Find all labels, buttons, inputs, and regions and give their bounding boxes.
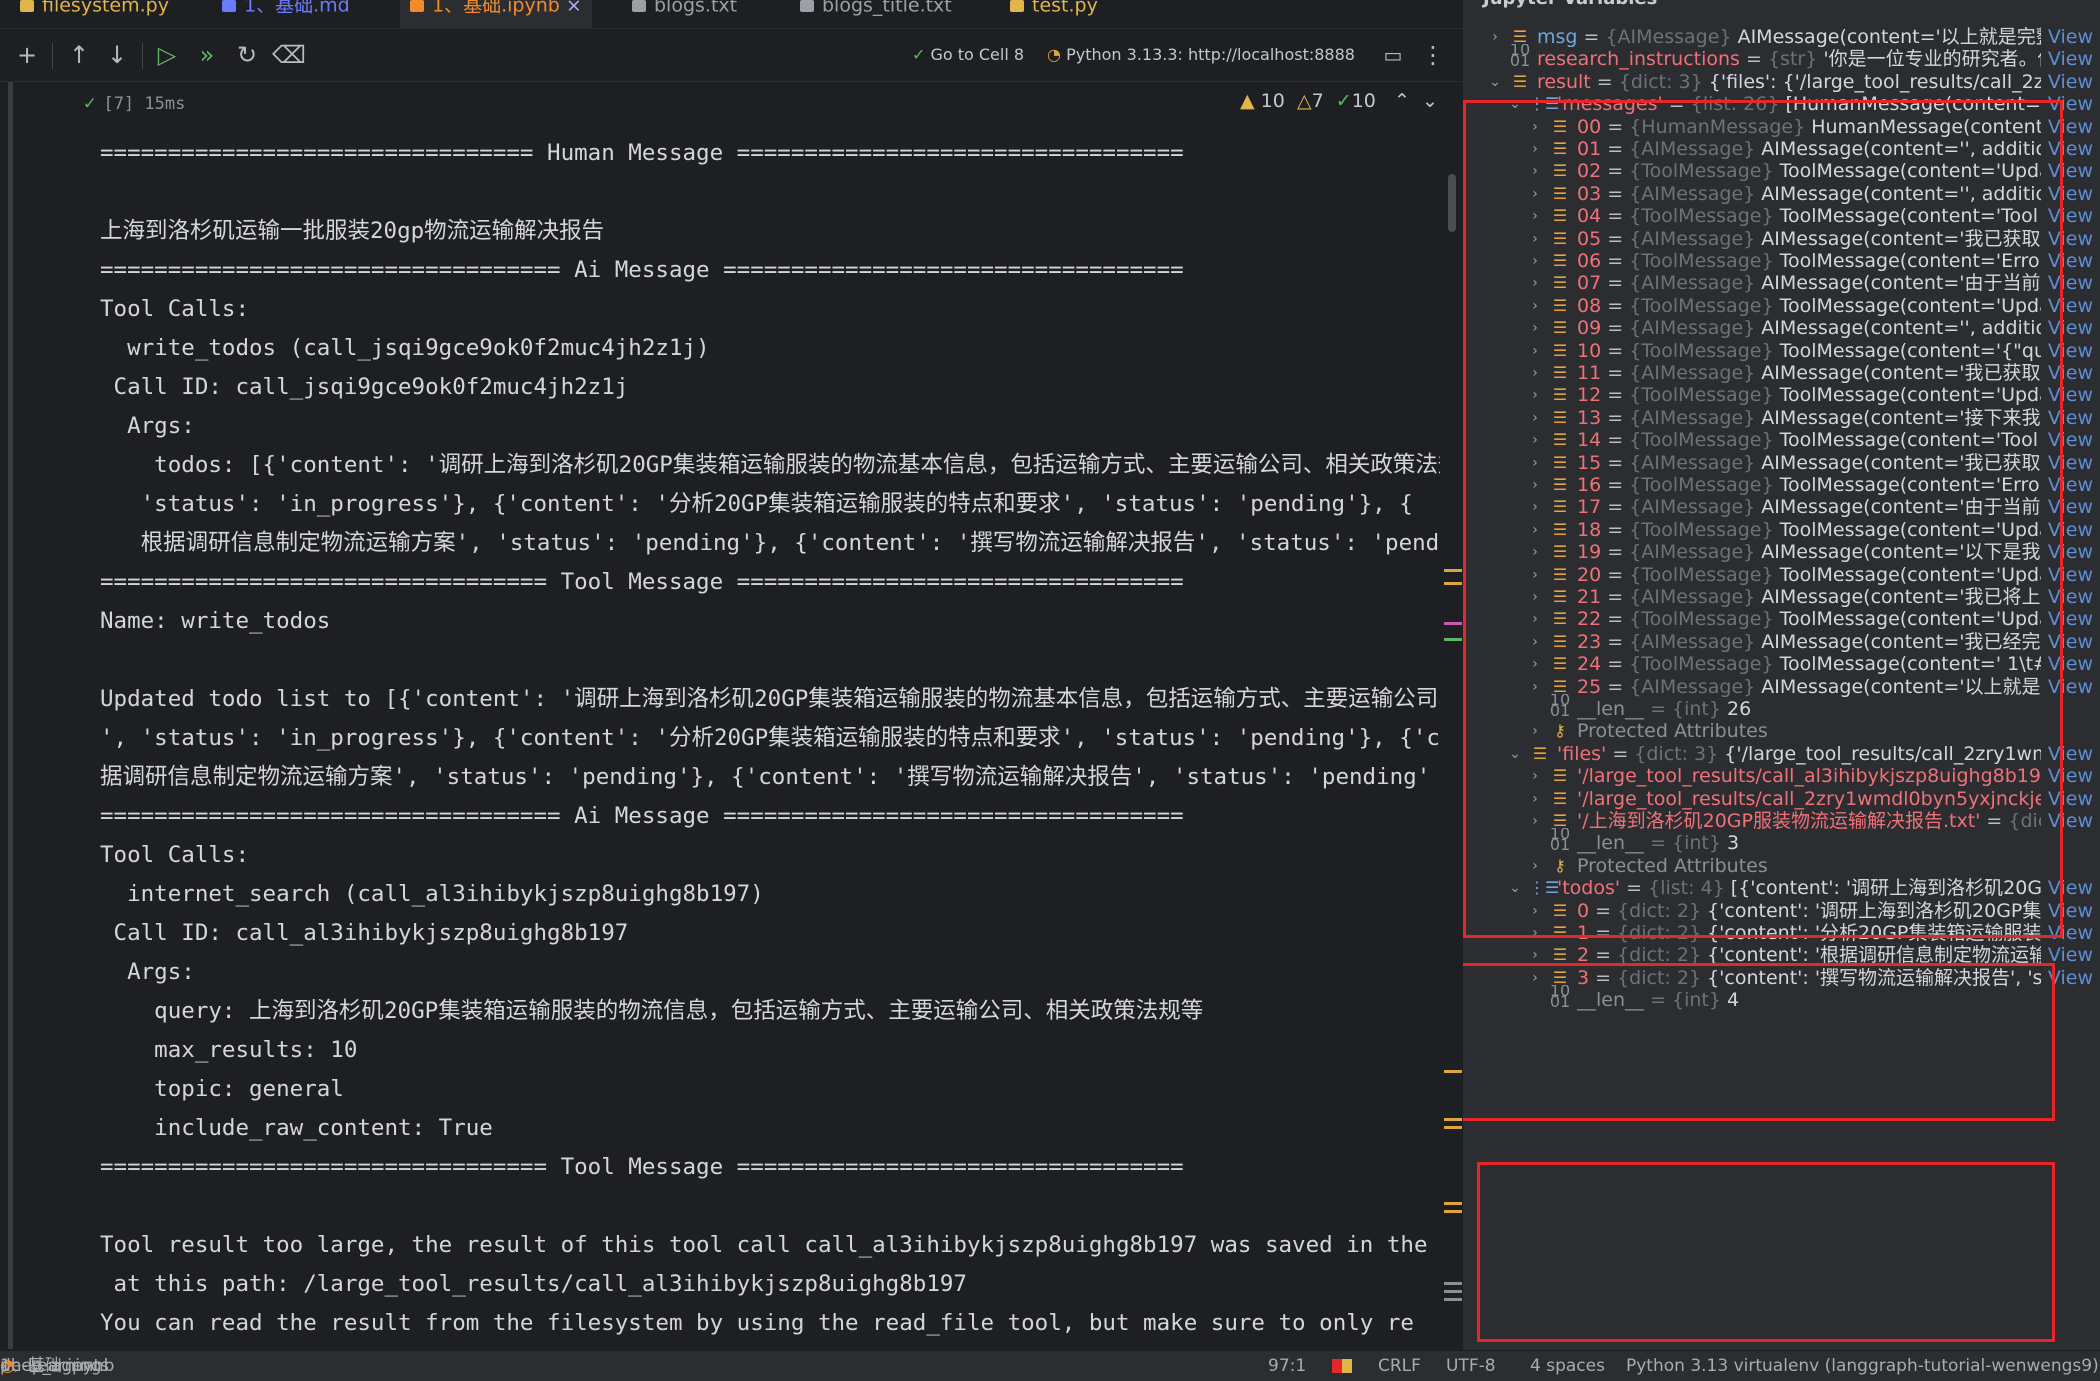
weak-warning-icon: △	[1296, 90, 1312, 112]
run-cell-icon[interactable]: ▷	[152, 39, 182, 71]
kernel-status-icon: ◔	[1047, 45, 1067, 64]
text-file-icon	[800, 0, 814, 12]
terminal-icon[interactable]: ▭	[1378, 39, 1408, 71]
output-line: write_todos (call_jsqi9gce9ok0f2muc4jh2z…	[100, 335, 710, 361]
int-icon: 10 01	[1509, 44, 1531, 71]
output-line: ', 'status': 'in_progress'}, {'content':…	[100, 725, 1440, 751]
tab-6[interactable]: test.py	[1010, 0, 1098, 28]
output-line: You can read the result from the filesys…	[100, 1310, 1414, 1336]
python-file-icon	[20, 0, 34, 12]
chevron-down-icon[interactable]: ⌄	[1422, 90, 1438, 112]
output-line: Tool Calls:	[100, 842, 250, 868]
status-bar: ph-Learning › deep_agents › ◔ 1、基础.ipynb…	[0, 1350, 2100, 1381]
highlight-box-messages	[1463, 100, 2063, 938]
panel-title: Jupyter Variables	[1483, 0, 1657, 9]
caret-position[interactable]: 97:1	[1268, 1351, 1306, 1381]
tab-label: 1、基础.md	[244, 0, 350, 17]
output-line: 据调研信息制定物流运输方案', 'status': 'pending'}, {'…	[100, 764, 1431, 790]
close-icon[interactable]: ×	[560, 0, 582, 17]
go-to-cell-button[interactable]: ✓ Go to Cell 8	[908, 39, 1028, 71]
output-line: ================================= Tool M…	[100, 1154, 1184, 1180]
weak-warning-count: 7	[1311, 90, 1324, 112]
tab-label: test.py	[1032, 0, 1098, 17]
indent-setting[interactable]: 4 spaces	[1530, 1351, 1605, 1381]
highlight-box-files	[1463, 963, 2055, 1121]
tab-label: blogs_title.txt	[822, 0, 952, 17]
output-line: ================================= Tool M…	[100, 569, 1184, 595]
cell-output-text: ================================ Human M…	[100, 134, 1440, 1349]
output-line: ================================== Ai Me…	[100, 257, 1184, 283]
tab-label: 1、基础.ipynb	[432, 0, 560, 17]
go-to-cell-label: Go to Cell 8	[930, 45, 1025, 64]
move-cell-up-icon[interactable]: ↑	[64, 39, 94, 71]
run-all-icon[interactable]: »	[192, 39, 222, 71]
clear-outputs-icon[interactable]: ⌫	[272, 39, 306, 71]
notebook-file-icon	[410, 0, 424, 12]
output-line: query: 上海到洛杉矶20GP集装箱运输服装的物流信息，包括运输方式、主要运…	[100, 998, 1204, 1024]
tab-4[interactable]: blogs.txt	[632, 0, 737, 28]
kernel-selector[interactable]: ◔ Python 3.13.3: http://localhost:8888 ⌄	[1046, 39, 1356, 96]
output-line: todos: [{'content': '调研上海到洛杉矶20GP集装箱运输服装…	[100, 452, 1440, 478]
tab-label: blogs.txt	[654, 0, 738, 17]
output-line: include_raw_content: True	[100, 1115, 493, 1141]
output-line: Call ID: call_jsqi9gce9ok0f2muc4jh2z1j	[100, 374, 629, 400]
check-icon: ✓	[1335, 90, 1352, 112]
file-encoding[interactable]: UTF-8	[1446, 1351, 1496, 1381]
output-line: ================================ Human M…	[100, 140, 1184, 166]
inspection-widget[interactable]: ▲ 10 △7 ✓10 ⌃ ⌄	[1240, 90, 1438, 112]
vcs-status-icon[interactable]	[1332, 1359, 1352, 1373]
notebook-cell-area: ✓ [7] 15ms ▲ 10 △7 ✓10 ⌃ ⌄ ==============…	[0, 82, 1462, 1349]
cell-gutter-bar	[8, 82, 13, 1349]
output-line: Call ID: call_al3ihibykjszp8uighg8b197	[100, 920, 629, 946]
more-options-icon[interactable]: ⋮	[1418, 39, 1448, 71]
editor-tab-bar: filesystem.py 1、基础.md 1、基础.ipynb × blogs.tx…	[0, 0, 1462, 29]
execution-count-label: [7] 15ms	[103, 94, 186, 114]
output-line: internet_search (call_al3ihibykjszp8uigh…	[100, 881, 764, 907]
output-line: Tool result too large, the result of thi…	[100, 1232, 1428, 1258]
output-line: max_results: 10	[100, 1037, 358, 1063]
tab-5[interactable]: blogs_title.txt	[800, 0, 952, 28]
restart-kernel-icon[interactable]: ↻	[232, 39, 262, 71]
output-scrollbar[interactable]	[1448, 174, 1456, 232]
python-interpreter[interactable]: Python 3.13 virtualenv (langgraph-tutori…	[1626, 1351, 2100, 1381]
highlight-box-todos	[1477, 1162, 2055, 1342]
cell-execution-info: ✓ [7] 15ms	[84, 92, 185, 114]
chevron-up-icon[interactable]: ⌃	[1394, 90, 1410, 112]
output-line: 根据调研信息制定物流运输方案', 'status': 'pending'}, {…	[100, 530, 1440, 556]
jupyter-variables-panel: Jupyter Variables ›☰msg = {AIMessage} AI…	[1462, 0, 2100, 1350]
add-cell-icon[interactable]: +	[12, 39, 42, 71]
output-line: Args:	[100, 413, 195, 439]
ok-count: 10	[1351, 90, 1376, 112]
output-line: ================================== Ai Me…	[100, 803, 1184, 829]
output-line: at this path: /large_tool_results/call_a…	[100, 1271, 967, 1297]
output-line: 'status': 'in_progress'}, {'content': '分…	[100, 491, 1413, 517]
tab-label: filesystem.py	[42, 0, 169, 17]
line-separator[interactable]: CRLF	[1378, 1351, 1421, 1381]
move-cell-down-icon[interactable]: ↓	[102, 39, 132, 71]
tab-1[interactable]: filesystem.py	[20, 0, 169, 28]
tab-2[interactable]: 1、基础.md	[222, 0, 350, 28]
output-line: Args:	[100, 959, 195, 985]
warning-count: 10	[1260, 90, 1285, 112]
execution-success-icon: ✓	[84, 92, 96, 114]
output-line: Name: write_todos	[100, 608, 331, 634]
python-file-icon	[1010, 0, 1024, 12]
tab-3[interactable]: 1、基础.ipynb ×	[400, 0, 592, 28]
output-line: Updated todo list to [{'content': '调研上海到…	[100, 686, 1440, 712]
check-icon: ✓	[911, 45, 931, 64]
breadcrumb-item[interactable]: 1、基础.ipynb	[0, 1351, 114, 1381]
output-line: 上海到洛杉矶运输一批服装20gp物流运输解决报告	[100, 218, 605, 244]
kernel-label: Python 3.13.3: http://localhost:8888	[1066, 45, 1355, 64]
warning-icon: ▲	[1240, 90, 1255, 112]
notebook-toolbar: + ↑ ↓ ▷ » ↻ ⌫ ✓ Go to Cell 8 ◔ Python 3.…	[0, 29, 1462, 96]
output-line: Tool Calls:	[100, 296, 250, 322]
output-line: topic: general	[100, 1076, 344, 1102]
output-line: the result at a time.	[100, 1343, 1440, 1349]
text-file-icon	[632, 0, 646, 12]
markdown-file-icon	[222, 0, 236, 12]
